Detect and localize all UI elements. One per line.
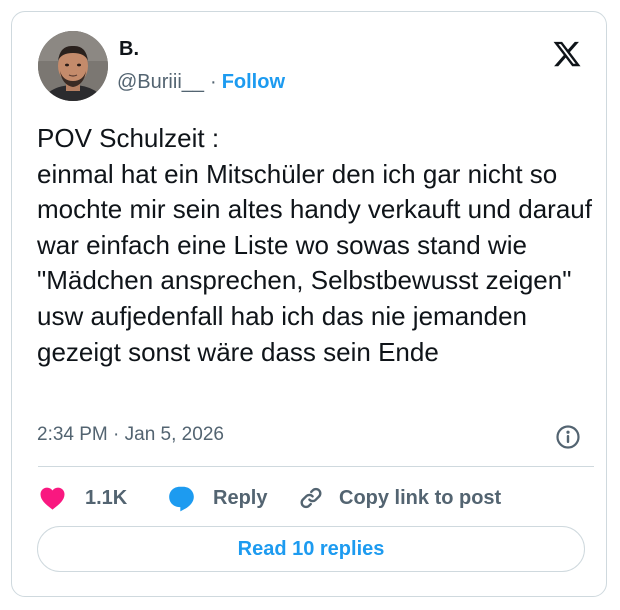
link-icon [300,487,322,509]
tweet-card: B. @Buriii__ · Follow POV Schulzeit : einm… [11,11,607,597]
tweet-text: POV Schulzeit : einmal hat ein Mitschüle… [37,123,592,367]
reply-label: Reply [213,486,268,509]
separator-dot: · [210,71,217,93]
follow-link[interactable]: Follow [222,71,285,93]
copy-link-label: Copy link to post [339,486,502,509]
user-handle[interactable]: @Buriii__ [117,71,204,93]
speech-bubble-icon [169,486,194,511]
copy-link-button[interactable]: Copy link to post [298,483,501,513]
reply-button[interactable]: Reply [167,483,267,513]
read-replies-button[interactable]: Read 10 replies [37,526,585,572]
heart-icon [40,487,65,510]
read-replies-label: Read 10 replies [237,537,385,560]
handle-row: @Buriii__ · Follow [117,70,285,94]
avatar[interactable] [38,31,108,101]
like-button[interactable]: 1.1K [39,483,127,513]
display-name[interactable]: B. [119,37,139,61]
tweet-timestamp[interactable]: 2:34 PM · Jan 5, 2026 [37,423,224,447]
x-logo-icon[interactable] [551,39,583,69]
avatar-photo [38,31,108,101]
info-icon[interactable] [555,424,581,450]
divider [38,466,594,467]
like-count: 1.1K [85,486,128,509]
